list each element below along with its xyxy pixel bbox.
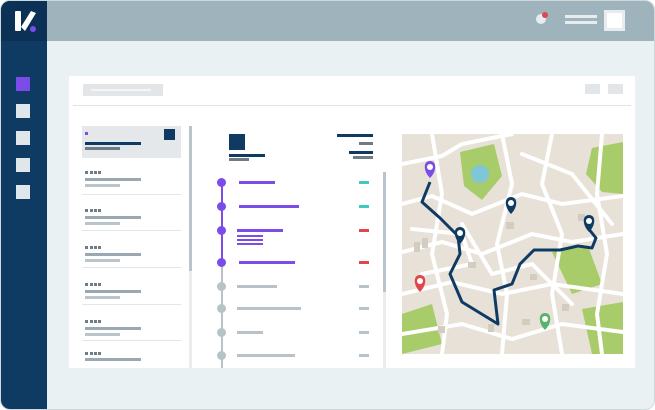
step-label: [239, 205, 299, 208]
step-sublabel: [237, 243, 263, 245]
nav-item-settings[interactable]: [16, 185, 30, 199]
step-label: [237, 229, 283, 232]
user-name-placeholder: [565, 15, 597, 18]
list-divider: [82, 230, 181, 231]
map-canvas: [402, 134, 623, 354]
driver-role: [229, 158, 249, 161]
list-divider: [82, 194, 181, 195]
driver-avatar: [229, 134, 245, 150]
step-sublabel: [237, 235, 263, 237]
list-item[interactable]: [82, 168, 181, 203]
step-sublabel: [237, 239, 263, 241]
route-distance: [353, 156, 373, 159]
list-divider: [82, 304, 181, 305]
app-logo[interactable]: [1, 1, 47, 41]
timeline-step-completed[interactable]: [217, 178, 226, 187]
step-status-badge: [359, 331, 369, 334]
list-item-thumbnail: [164, 129, 175, 140]
stop-pin: [583, 215, 595, 232]
timeline-step-pending[interactable]: [217, 328, 226, 337]
timeline-step-pending[interactable]: [217, 304, 226, 313]
timeline-step-pending[interactable]: [217, 282, 226, 291]
user-role-placeholder: [565, 21, 597, 24]
step-status-badge: [359, 354, 369, 357]
list-divider: [82, 340, 181, 341]
step-label: [237, 354, 295, 357]
list-scrollbar-track[interactable]: [189, 126, 192, 368]
list-item-selected[interactable]: [82, 126, 181, 158]
sidebar: [1, 1, 47, 409]
driver-name: [229, 154, 265, 157]
list-item-marker: [85, 132, 88, 135]
timeline-step-completed[interactable]: [217, 226, 226, 235]
route-meta: [359, 142, 373, 145]
step-label: [239, 181, 275, 184]
app-logo-check-icon: [15, 11, 36, 32]
step-status-badge: [359, 307, 369, 310]
timeline-step-completed[interactable]: [217, 202, 226, 211]
step-label: [239, 261, 295, 264]
origin-pin: [424, 161, 436, 178]
step-label: [237, 331, 263, 334]
user-avatar[interactable]: [604, 10, 625, 31]
detail-scrollbar-thumb[interactable]: [383, 172, 386, 292]
route-id: [337, 134, 373, 137]
list-item[interactable]: [82, 280, 181, 315]
timeline-step-completed[interactable]: [217, 258, 226, 267]
nav-item-routes[interactable]: [16, 131, 30, 145]
step-label: [237, 307, 301, 310]
search-placeholder: [91, 89, 151, 91]
step-status-badge: [359, 261, 369, 264]
list-item[interactable]: [82, 317, 181, 352]
list-scrollbar-thumb[interactable]: [189, 126, 192, 271]
header-menu-button[interactable]: [608, 84, 623, 94]
stop-pin: [505, 197, 517, 214]
bell-icon[interactable]: [535, 11, 549, 25]
search-input[interactable]: [83, 84, 163, 96]
route-eta: [349, 151, 373, 154]
timeline-progress: [221, 182, 223, 264]
step-label: [237, 285, 277, 288]
list-item[interactable]: [82, 243, 181, 278]
nav-item-orders[interactable]: [16, 104, 30, 118]
header-action-button[interactable]: [585, 84, 600, 94]
list-item[interactable]: [82, 352, 181, 387]
main-panel: [69, 76, 635, 368]
lake-area: [471, 165, 489, 183]
nav-item-dashboard[interactable]: [16, 77, 30, 91]
top-bar: [47, 1, 654, 41]
step-status-badge: [359, 205, 369, 208]
list-item[interactable]: [82, 206, 181, 241]
list-item-title: [85, 142, 141, 145]
step-status-badge: [359, 285, 369, 288]
list-divider: [82, 267, 181, 268]
timeline-step-pending[interactable]: [217, 351, 226, 360]
route-map[interactable]: [402, 134, 623, 354]
detail-scrollbar-track[interactable]: [383, 172, 386, 368]
header-divider: [73, 105, 631, 106]
step-status-badge: [359, 229, 369, 232]
nav-item-drivers[interactable]: [16, 158, 30, 172]
app-window: [0, 0, 655, 410]
list-item-subtitle: [85, 147, 120, 150]
park-area: [586, 142, 623, 194]
step-status-badge: [359, 181, 369, 184]
